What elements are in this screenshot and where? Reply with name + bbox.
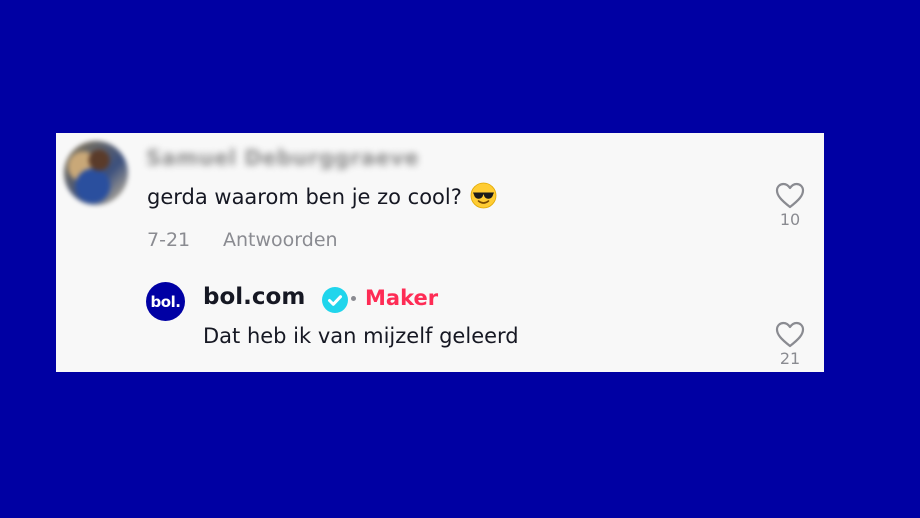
comment-text: gerda waarom ben je zo cool?	[147, 182, 497, 214]
separator-dot	[351, 296, 356, 301]
comment-like-count: 10	[779, 210, 801, 229]
verified-badge-icon	[322, 287, 348, 317]
reply-text: Dat heb ik van mijzelf geleerd	[203, 324, 519, 348]
bol-logo-dot: .	[175, 292, 181, 311]
reply-author-username[interactable]: bol.com	[203, 284, 305, 310]
comment-like-button[interactable]: 10	[773, 182, 807, 229]
commenter-avatar[interactable]	[64, 141, 128, 205]
creator-badge: Maker	[365, 286, 439, 310]
sunglasses-emoji-icon	[470, 182, 497, 214]
heart-icon	[775, 321, 805, 348]
bol-logo: bol	[150, 292, 176, 311]
commenter-username[interactable]: Samuel Deburggraeve	[146, 146, 419, 170]
comment-body: gerda waarom ben je zo cool?	[147, 185, 462, 209]
reply-like-count: 21	[779, 349, 801, 368]
comment-date: 7-21	[147, 229, 191, 251]
reply-button[interactable]: Antwoorden	[223, 229, 338, 251]
heart-icon	[775, 182, 805, 209]
reply-like-button[interactable]: 21	[773, 321, 807, 368]
reply-author-avatar[interactable]: bol.	[146, 282, 185, 321]
